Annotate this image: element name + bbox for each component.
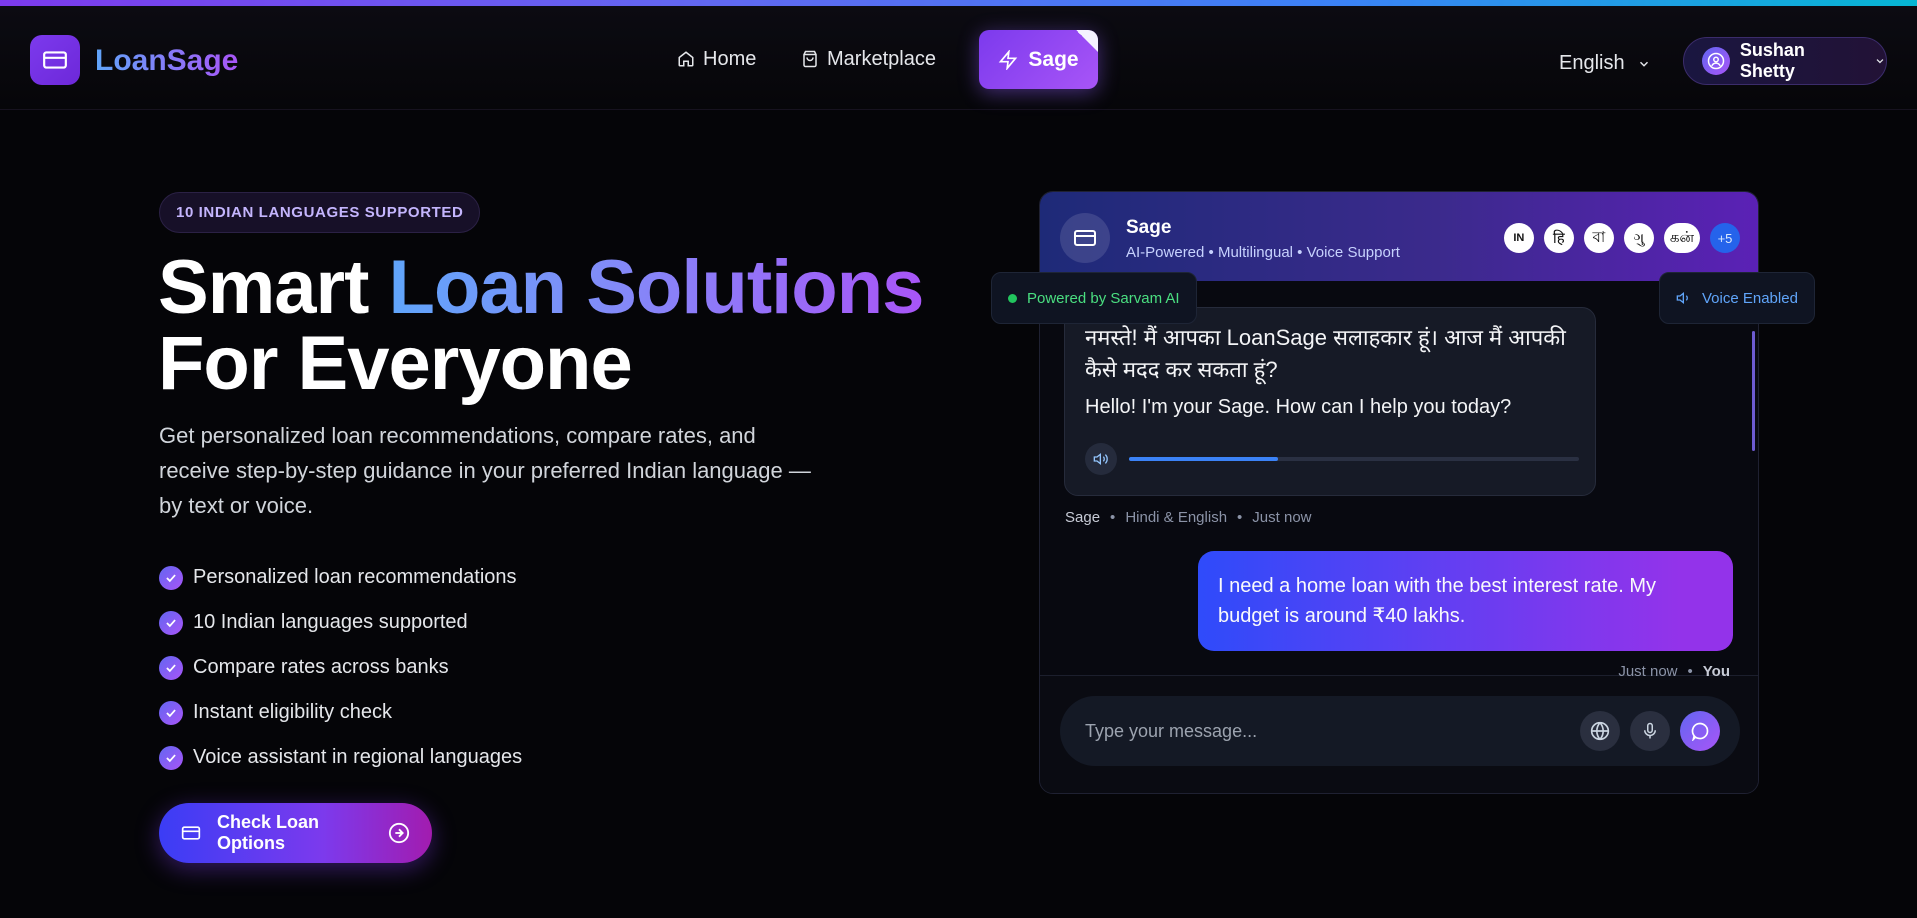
meta-separator: • bbox=[1687, 663, 1693, 680]
lang-chip[interactable]: ગુ bbox=[1623, 223, 1654, 253]
list-item: Personalized loan recommendations bbox=[159, 555, 522, 600]
list-item: Compare rates across banks bbox=[159, 645, 522, 690]
hero-title-part1: Smart bbox=[158, 245, 389, 330]
check-icon bbox=[159, 655, 183, 680]
voice-input-button[interactable] bbox=[1630, 711, 1670, 751]
feature-label: 10 Indian languages supported bbox=[193, 611, 468, 633]
user-message-meta: Just now • You bbox=[1618, 663, 1730, 680]
page-curl-decoration bbox=[1076, 30, 1098, 52]
check-loan-options-button[interactable]: Check Loan Options bbox=[159, 803, 432, 863]
bot-avatar bbox=[1060, 213, 1110, 263]
check-icon bbox=[159, 565, 183, 590]
lang-chip[interactable]: IN bbox=[1503, 223, 1534, 253]
feature-label: Compare rates across banks bbox=[193, 656, 449, 678]
cta-label: Check Loan Options bbox=[217, 812, 320, 853]
bot-message-meta: Sage • Hindi & English • Just now bbox=[1065, 509, 1312, 526]
nav-marketplace[interactable]: Marketplace bbox=[801, 46, 936, 72]
lang-chip[interactable]: கன் bbox=[1663, 223, 1700, 253]
bot-message-english: Hello! I'm your Sage. How can I help you… bbox=[1085, 396, 1512, 418]
bot-subtitle: AI-Powered • Multilingual • Voice Suppor… bbox=[1126, 244, 1400, 261]
lang-chip[interactable]: हि bbox=[1543, 223, 1574, 253]
bot-meta-time: Just now bbox=[1252, 509, 1312, 526]
chat-bubble-icon bbox=[1691, 722, 1709, 741]
meta-separator: • bbox=[1237, 509, 1243, 526]
message-input-wrapper bbox=[1060, 696, 1740, 766]
nav-home-label: Home bbox=[703, 48, 757, 70]
powered-by-label: Powered by Sarvam AI bbox=[1027, 289, 1180, 307]
hero-title: Smart Loan Solutions For Everyone bbox=[158, 250, 924, 402]
check-icon bbox=[159, 745, 183, 770]
language-selected: English bbox=[1559, 52, 1625, 74]
audio-player bbox=[1085, 443, 1579, 475]
check-icon bbox=[159, 610, 183, 635]
nav-home[interactable]: Home bbox=[677, 46, 756, 72]
voice-enabled-label: Voice Enabled bbox=[1702, 289, 1798, 307]
powered-by-badge: Powered by Sarvam AI bbox=[991, 272, 1197, 324]
feature-list: Personalized loan recommendations 10 Ind… bbox=[159, 555, 522, 780]
arrow-right-circle-icon bbox=[388, 822, 410, 844]
play-audio-button[interactable] bbox=[1085, 443, 1117, 475]
microphone-icon bbox=[1644, 722, 1656, 739]
nav-sage[interactable]: Sage bbox=[979, 30, 1098, 89]
lightning-icon bbox=[999, 49, 1018, 70]
home-icon bbox=[678, 51, 694, 67]
chat-header: Sage AI-Powered • Multilingual • Voice S… bbox=[1040, 192, 1758, 281]
lang-chip[interactable]: বা bbox=[1583, 223, 1614, 253]
bot-name: Sage bbox=[1126, 217, 1172, 238]
nav-marketplace-label: Marketplace bbox=[827, 48, 936, 70]
user-name: Sushan Shetty bbox=[1739, 40, 1805, 81]
globe-icon bbox=[1590, 721, 1610, 741]
site-header: LoanSage Home Marketplace Sage English S… bbox=[0, 6, 1917, 110]
list-item: Instant eligibility check bbox=[159, 690, 522, 735]
feature-label: Instant eligibility check bbox=[193, 701, 392, 723]
languages-badge: 10 INDIAN LANGUAGES SUPPORTED bbox=[159, 192, 481, 233]
message-input[interactable] bbox=[1085, 720, 1570, 742]
language-chips: IN हि বা ગુ கன் +5 bbox=[1503, 223, 1740, 253]
hero-title-line2: For Everyone bbox=[158, 321, 633, 406]
audio-progress-fill bbox=[1129, 457, 1278, 461]
audio-progress-track[interactable] bbox=[1129, 457, 1579, 461]
chevron-down-icon bbox=[1639, 61, 1648, 67]
list-item: Voice assistant in regional languages bbox=[159, 735, 522, 780]
bot-message-hindi: नमस्ते! मैं आपका LoanSage सलाहकार हूं। आ… bbox=[1085, 325, 1566, 382]
check-icon bbox=[159, 700, 183, 725]
user-meta-time: Just now bbox=[1618, 663, 1678, 680]
user-menu-button[interactable]: Sushan Shetty bbox=[1683, 37, 1887, 85]
feature-label: Voice assistant in regional languages bbox=[193, 746, 523, 768]
card-icon bbox=[1074, 230, 1096, 246]
user-meta-name: You bbox=[1702, 663, 1730, 680]
bot-message-bubble: नमस्ते! मैं आपका LoanSage सलाहकार हूं। आ… bbox=[1064, 307, 1596, 496]
user-message-bubble: I need a home loan with the best interes… bbox=[1198, 551, 1733, 651]
nav-sage-label: Sage bbox=[1028, 47, 1079, 71]
list-item: 10 Indian languages supported bbox=[159, 600, 522, 645]
meta-separator: • bbox=[1110, 509, 1116, 526]
speaker-icon bbox=[1093, 452, 1108, 466]
brand-name[interactable]: LoanSage bbox=[95, 46, 238, 76]
language-toggle-button[interactable] bbox=[1580, 711, 1620, 751]
feature-label: Personalized loan recommendations bbox=[193, 566, 517, 588]
shopping-bag-icon bbox=[803, 50, 817, 68]
hero-description: Get personalized loan recommendations, c… bbox=[159, 423, 811, 518]
user-circle-icon bbox=[1707, 52, 1725, 70]
card-icon bbox=[181, 826, 201, 840]
speaker-icon bbox=[1676, 291, 1688, 305]
language-selector[interactable]: English bbox=[1559, 52, 1651, 75]
chat-input-area bbox=[1040, 675, 1758, 793]
hero-title-highlight: Loan Solutions bbox=[388, 245, 925, 330]
send-button[interactable] bbox=[1680, 711, 1720, 751]
status-dot bbox=[1008, 293, 1017, 303]
voice-enabled-badge: Voice Enabled bbox=[1659, 272, 1815, 324]
more-languages-chip[interactable]: +5 bbox=[1710, 223, 1740, 253]
logo-icon[interactable] bbox=[30, 35, 80, 85]
chevron-down-icon bbox=[1876, 59, 1884, 64]
scrollbar[interactable] bbox=[1752, 331, 1755, 451]
bot-meta-language: Hindi & English bbox=[1125, 509, 1228, 526]
bot-meta-name: Sage bbox=[1065, 509, 1101, 526]
avatar bbox=[1702, 47, 1730, 75]
